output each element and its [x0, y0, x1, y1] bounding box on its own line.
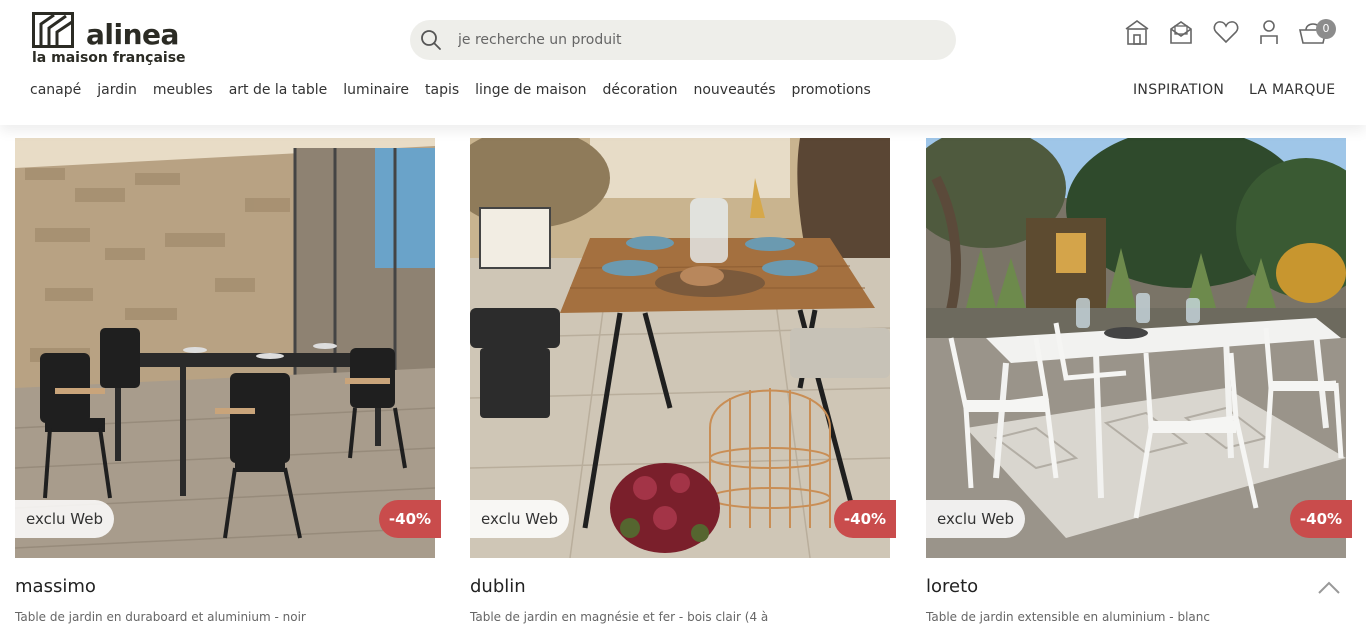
discount-badge: -40%	[834, 500, 896, 538]
scroll-to-top-icon[interactable]	[1316, 578, 1342, 596]
brand-logo[interactable]: alinea la maison française	[32, 12, 192, 70]
brand-tagline: la maison française	[32, 50, 186, 66]
product-description: Table de jardin en duraboard et aluminiu…	[15, 610, 306, 624]
product-title[interactable]: dublin	[470, 576, 526, 597]
product-image[interactable]	[470, 138, 890, 558]
search-bar	[410, 20, 956, 60]
nav-item-luminaire[interactable]: luminaire	[343, 80, 409, 102]
search-icon[interactable]	[420, 29, 442, 51]
nav-item-jardin[interactable]: jardin	[97, 80, 137, 102]
nav-item-canape[interactable]: canapé	[30, 80, 81, 102]
discount-badge: -40%	[379, 500, 441, 538]
nav-item-promotions[interactable]: promotions	[792, 80, 871, 102]
header-icons	[1120, 16, 1350, 50]
store-icon[interactable]	[1122, 16, 1152, 48]
search-input[interactable]	[458, 20, 938, 60]
mail-icon[interactable]	[1166, 16, 1196, 48]
nav-item-linge-de-maison[interactable]: linge de maison	[475, 80, 586, 102]
logo-mark-icon	[32, 12, 74, 48]
nav-item-decoration[interactable]: décoration	[603, 80, 678, 102]
discount-badge: -40%	[1290, 500, 1352, 538]
site-header: alinea la maison française 0 canapé jard…	[0, 0, 1366, 125]
exclu-web-badge: exclu Web	[926, 500, 1025, 538]
exclu-web-badge: exclu Web	[470, 500, 569, 538]
brand-name: alinea	[86, 18, 179, 51]
nav-item-nouveautes[interactable]: nouveautés	[693, 80, 775, 102]
product-title[interactable]: loreto	[926, 576, 978, 597]
user-icon[interactable]	[1254, 16, 1284, 48]
nav-link-inspiration[interactable]: INSPIRATION	[1133, 80, 1224, 100]
product-description: Table de jardin extensible en aluminium …	[926, 610, 1210, 624]
cart-count-badge: 0	[1316, 19, 1336, 39]
nav-item-meubles[interactable]: meubles	[153, 80, 213, 102]
nav-link-la-marque[interactable]: LA MARQUE	[1249, 80, 1335, 100]
product-description: Table de jardin en magnésie et fer - boi…	[470, 610, 769, 624]
exclu-web-badge: exclu Web	[15, 500, 114, 538]
product-title[interactable]: massimo	[15, 576, 96, 597]
nav-item-art-de-la-table[interactable]: art de la table	[229, 80, 328, 102]
heart-icon[interactable]	[1211, 16, 1241, 48]
nav-item-tapis[interactable]: tapis	[425, 80, 459, 102]
main-nav: canapé jardin meubles art de la table lu…	[30, 80, 887, 102]
product-image[interactable]	[926, 138, 1346, 558]
product-image[interactable]	[15, 138, 435, 558]
